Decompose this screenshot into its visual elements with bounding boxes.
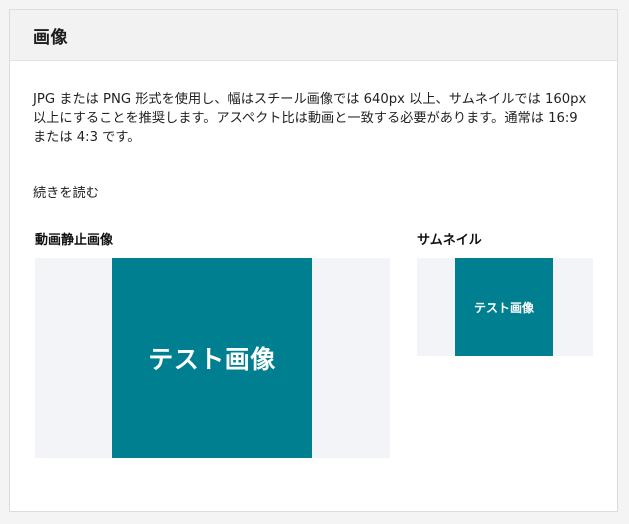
still-image-label: 動画静止画像 <box>35 233 114 248</box>
read-more-link[interactable]: 続きを読む <box>33 182 99 201</box>
thumbnail-image: テスト画像 <box>455 258 553 356</box>
thumbnail-image-text: テスト画像 <box>473 300 534 315</box>
image-requirements-description: JPG または PNG 形式を使用し、幅はスチール画像では 640px 以上、サ… <box>33 92 587 145</box>
image-settings-panel: 画像 JPG または PNG 形式を使用し、幅はスチール画像では 640px 以… <box>9 9 618 512</box>
still-image: テスト画像 <box>112 258 312 458</box>
thumbnail-preview[interactable]: テスト画像 <box>417 258 593 356</box>
still-image-preview[interactable]: テスト画像 <box>35 258 390 458</box>
panel-title: 画像 <box>33 27 68 48</box>
panel-header: 画像 <box>10 10 617 61</box>
thumbnail-label: サムネイル <box>417 233 482 248</box>
still-image-text: テスト画像 <box>148 345 276 374</box>
